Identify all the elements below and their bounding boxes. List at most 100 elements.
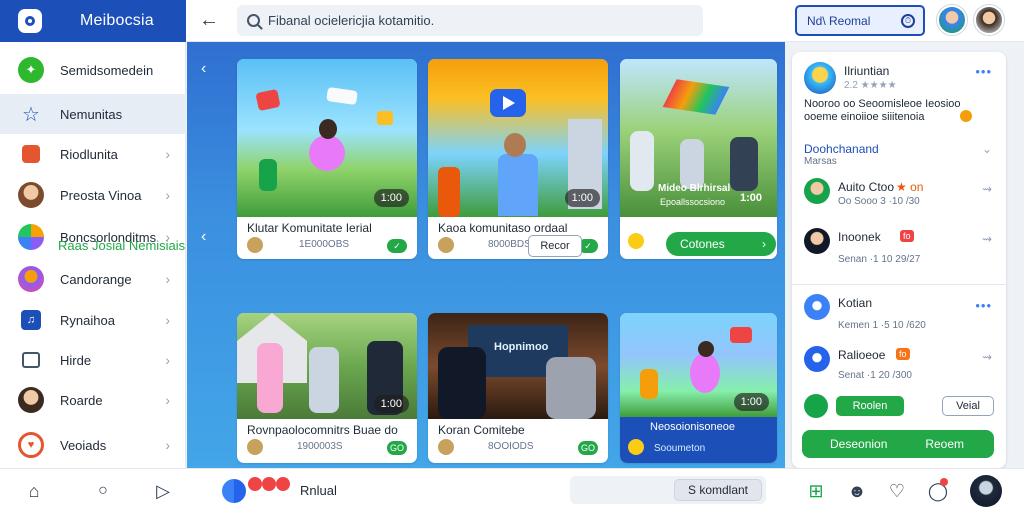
member-meta: Oo Sooo 3 ·10 /30 [838,196,920,207]
bookmark-icon [22,145,40,163]
feed-card[interactable]: 1:00 Neosoionisoneoe Sooumeton [620,313,777,463]
circle-icon[interactable]: ○ [92,480,114,502]
more-options-icon[interactable]: ••• [975,64,992,79]
sidebar-item-1[interactable]: ☆ Nemunitas [0,94,186,134]
emoji-icon [960,110,972,122]
avatar-icon [18,387,44,413]
community-title: Ilriuntian [844,64,890,78]
card-thumbnail: Hopnimoo [428,313,608,419]
group-icon [804,394,828,418]
group-subtitle: Marsas [804,156,837,167]
leaf-icon: ✦ [18,57,44,83]
join-button[interactable]: Cotones › [666,232,776,256]
feed-card[interactable]: 1:00 Rovnpaolocomnitrs Buae do 1900003S … [237,313,417,463]
card-overlay-title: Mideo Blrhirsal [658,183,731,194]
duration-badge: 1:00 [373,189,409,207]
card-title: Koran Comitebe [438,423,525,437]
card-meta: 1900003S [297,441,343,452]
community-icon[interactable] [222,479,246,503]
sidebar-item-label: Preosta Vinoa [60,187,142,203]
chevron-right-icon: › [165,187,170,203]
card-title: Rovnpaolocomnitrs Buae do [247,423,398,437]
sidebar-item-7[interactable]: Hirde › [0,340,186,380]
search-input[interactable] [268,13,688,28]
search-bar[interactable] [237,5,703,36]
feed-card[interactable]: Mideo Blrhirsal Epoallssocsiono 1:00 Cot… [620,59,777,259]
sidebar-item-6[interactable]: ♫ Rynaihoa › [0,300,186,340]
search-chip[interactable]: S komdlant [674,479,762,501]
member-name: Inoonek [838,230,881,244]
account-avatar[interactable] [970,475,1002,507]
sidebar-item-label: Candorange [60,271,132,287]
duration-badge: 1:00 [564,189,600,207]
sidebar-item-5[interactable]: Candorange › [0,259,186,299]
notification-dot-icon [262,477,276,491]
music-icon: ♫ [21,310,41,330]
member-avatar [804,178,830,204]
back-arrow-icon[interactable]: ← [198,8,220,32]
card-meta: 8OOIODS [488,441,534,452]
section-action-button[interactable]: Recor [528,235,582,257]
primary-action-right: Reoem [925,437,964,451]
card-thumbnail: Mideo Blrhirsal Epoallssocsiono 1:00 [620,59,777,217]
chevron-down-icon[interactable]: ⌄ [982,142,992,156]
bottom-search[interactable]: S komdlant [570,476,766,504]
card-overlay-title: Hopnimoo [494,341,549,353]
join-group-button[interactable]: Roolen [836,396,904,416]
favorite-icon[interactable]: ♡ [886,480,908,502]
go-badge[interactable]: GO [387,441,407,455]
top-bar: Meibocsia ← Nd\ Reomal ⏱ [0,0,1024,42]
duration-badge: 1:00 [733,393,769,411]
sidebar-item-9[interactable]: ♥ Veoiads › [0,425,186,465]
collapse-left-icon[interactable]: ‹ [201,60,206,78]
profile-icon[interactable]: ☻ [846,480,868,502]
home-icon[interactable]: ⌂ [23,480,45,502]
primary-action-button[interactable]: Deseonion Reoem [802,430,994,458]
sidebar-item-3[interactable]: Preosta Vinoa › [0,175,186,215]
go-badge[interactable]: GO [578,441,598,455]
share-icon[interactable]: ⇝ [982,232,992,246]
heart-icon: ♥ [18,432,44,458]
header-cta-button[interactable]: Nd\ Reomal ⏱ [795,5,925,36]
feed-card[interactable]: Hopnimoo Koran Comitebe 8OOIODS GO [428,313,608,463]
share-icon[interactable]: ⇝ [982,350,992,364]
share-icon[interactable]: ⇝ [982,182,992,196]
view-button[interactable]: Veial [942,396,994,416]
card-thumbnail: 1:00 [428,59,608,217]
card-title: Neosoionisoneoe [650,421,736,433]
community-avatar [804,294,830,320]
clock-icon: ⏱ [901,13,915,28]
community-description: Nooroo oo Seoomisleoe Ieosioo ooeme eino… [804,98,961,123]
brand[interactable]: Meibocsia [0,0,186,42]
sidebar-item-label: Roarde [60,392,103,408]
member-name: Auito Ctoo [838,180,895,194]
sidebar-item-label: Nemunitas [60,106,123,122]
card-thumbnail: 1:00 [237,313,417,419]
sidebar-item-0[interactable]: ✦ Semidsomedein [0,50,186,90]
group-title: Doohchanand [804,142,879,156]
member-tag: fo [900,230,914,242]
member-tag: ★ on [896,180,924,194]
member-avatar [804,228,830,254]
more-options-icon[interactable]: ••• [975,298,992,313]
chevron-right-icon: › [165,312,170,328]
sidebar-item-2[interactable]: Riodlunita › [0,134,186,174]
emoji-icon [628,439,644,455]
divider [792,284,1006,285]
friend-avatar[interactable] [937,5,967,35]
sidebar-item-label: Riodlunita [60,146,118,162]
send-icon[interactable]: ▷ [152,480,174,502]
member-tag: fo [896,348,910,360]
member-meta: Senat ·1 20 /300 [838,370,912,381]
app-logo-icon [18,9,42,33]
section-header: Raas Josial Nemisiais Recor [50,228,590,264]
card-meta: Sooumeton [654,443,706,454]
chevron-right-icon: › [165,392,170,408]
user-avatar[interactable] [974,5,1004,35]
avatar [247,439,263,455]
sidebar-item-label: Veoiads [60,437,107,453]
square-icon [22,352,40,368]
emoji-icon [628,233,644,249]
sidebar-item-8[interactable]: Roarde › [0,380,186,420]
add-post-icon[interactable]: ⊞ [805,480,827,502]
